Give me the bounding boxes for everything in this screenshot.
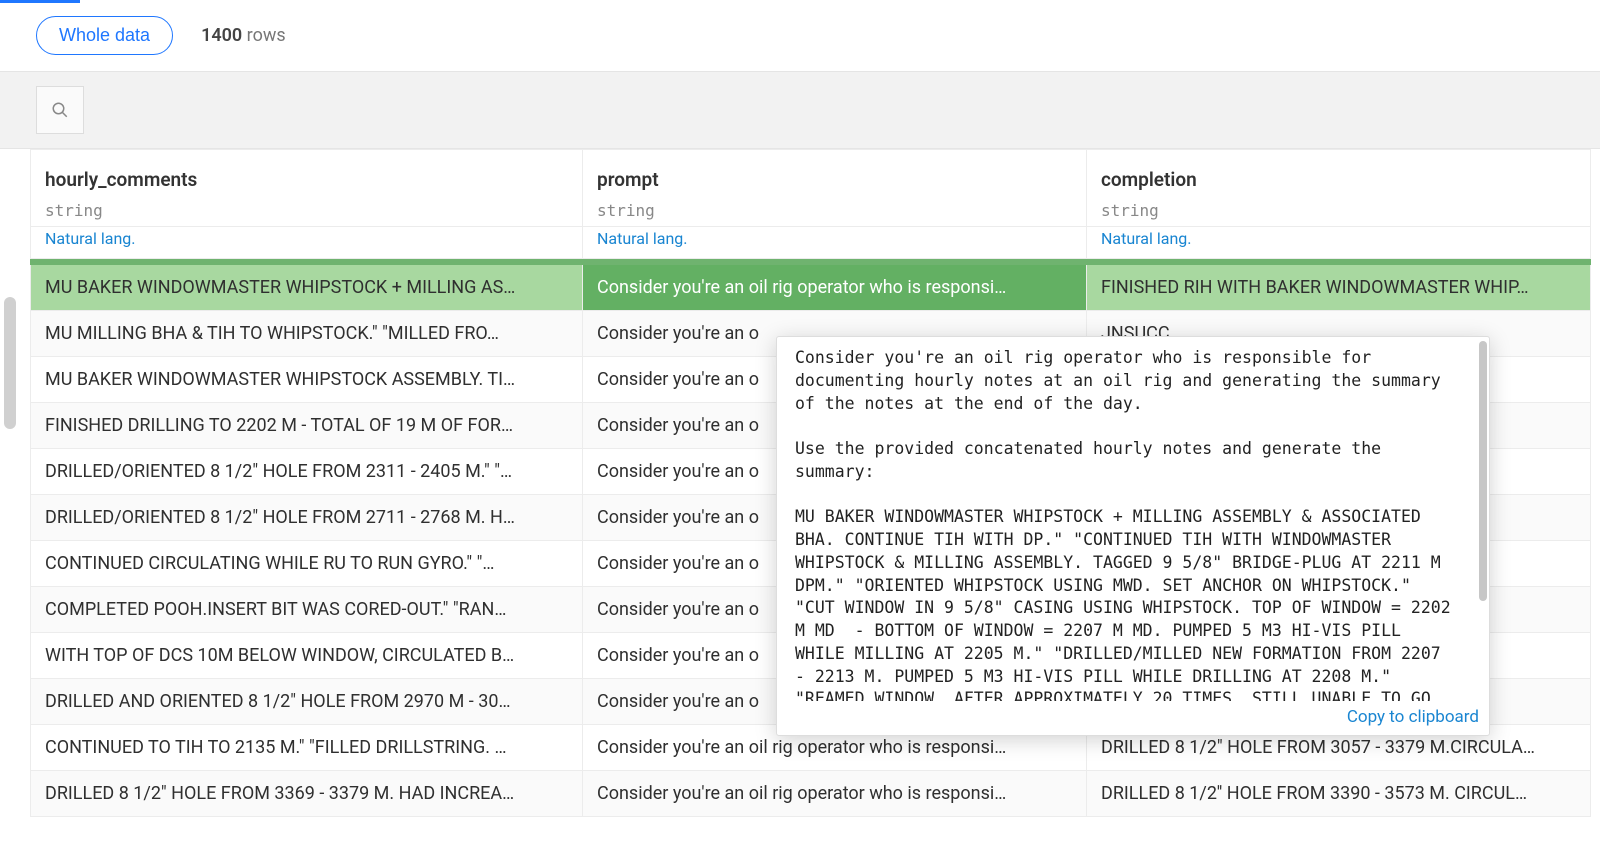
table-row[interactable]: DRILLED 8 1/2" HOLE FROM 3369 - 3379 M. … xyxy=(31,771,1591,817)
copy-to-clipboard-link[interactable]: Copy to clipboard xyxy=(1347,707,1479,727)
column-semantic-link[interactable]: Natural lang. xyxy=(583,227,1087,259)
cell-preview-text[interactable]: Consider you're an oil rig operator who … xyxy=(795,347,1479,701)
row-count-number: 1400 xyxy=(201,25,242,46)
search-input[interactable] xyxy=(36,86,84,134)
row-count-word: rows xyxy=(247,25,286,46)
cell-hourly_comments[interactable]: DRILLED AND ORIENTED 8 1/2" HOLE FROM 29… xyxy=(31,679,583,725)
cell-hourly_comments[interactable]: MU BAKER WINDOWMASTER WHIPSTOCK ASSEMBLY… xyxy=(31,357,583,403)
column-semantic-link[interactable]: Natural lang. xyxy=(1087,227,1591,259)
column-header[interactable]: hourly_comments xyxy=(31,150,583,198)
column-semantic-link[interactable]: Natural lang. xyxy=(31,227,583,259)
cell-completion[interactable]: FINISHED RIH WITH BAKER WINDOWMASTER WHI… xyxy=(1087,265,1591,311)
filter-toolbar xyxy=(0,72,1600,149)
column-semantic-row: Natural lang. Natural lang. Natural lang… xyxy=(31,227,1591,259)
table-row[interactable]: MU BAKER WINDOWMASTER WHIPSTOCK + MILLIN… xyxy=(31,265,1591,311)
column-header[interactable]: completion xyxy=(1087,150,1591,198)
column-dtype: string xyxy=(583,197,1087,227)
whole-data-chip[interactable]: Whole data xyxy=(36,16,173,55)
column-header[interactable]: prompt xyxy=(583,150,1087,198)
search-icon xyxy=(51,101,69,119)
column-dtype-row: string string string xyxy=(31,197,1591,227)
cell-hourly_comments[interactable]: FINISHED DRILLING TO 2202 M - TOTAL OF 1… xyxy=(31,403,583,449)
cell-hourly_comments[interactable]: COMPLETED POOH.INSERT BIT WAS CORED-OUT.… xyxy=(31,587,583,633)
cell-prompt[interactable]: Consider you're an oil rig operator who … xyxy=(583,771,1087,817)
cell-hourly_comments[interactable]: DRILLED/ORIENTED 8 1/2" HOLE FROM 2711 -… xyxy=(31,495,583,541)
progress-strip xyxy=(0,0,80,3)
cell-hourly_comments[interactable]: DRILLED/ORIENTED 8 1/2" HOLE FROM 2311 -… xyxy=(31,449,583,495)
popover-scrollbar[interactable] xyxy=(1479,341,1487,601)
cell-hourly_comments[interactable]: DRILLED 8 1/2" HOLE FROM 3369 - 3379 M. … xyxy=(31,771,583,817)
cell-hourly_comments[interactable]: WITH TOP OF DCS 10M BELOW WINDOW, CIRCUL… xyxy=(31,633,583,679)
cell-hourly_comments[interactable]: MU MILLING BHA & TIH TO WHIPSTOCK." "MIL… xyxy=(31,311,583,357)
cell-completion[interactable]: DRILLED 8 1/2'' HOLE FROM 3390 - 3573 M.… xyxy=(1087,771,1591,817)
cell-hourly_comments[interactable]: CONTINUED CIRCULATING WHILE RU TO RUN GY… xyxy=(31,541,583,587)
row-count: 1400 rows xyxy=(201,25,286,46)
cell-hourly_comments[interactable]: MU BAKER WINDOWMASTER WHIPSTOCK + MILLIN… xyxy=(31,265,583,311)
column-header-row: hourly_comments prompt completion xyxy=(31,150,1591,198)
vertical-scrollbar[interactable] xyxy=(4,297,16,429)
column-dtype: string xyxy=(1087,197,1591,227)
cell-hourly_comments[interactable]: CONTINUED TO TIH TO 2135 M." "FILLED DRI… xyxy=(31,725,583,771)
cell-prompt[interactable]: Consider you're an oil rig operator who … xyxy=(583,265,1087,311)
toolbar-header: Whole data 1400 rows xyxy=(0,0,1600,72)
cell-preview-popover: Consider you're an oil rig operator who … xyxy=(776,336,1490,736)
column-dtype: string xyxy=(31,197,583,227)
